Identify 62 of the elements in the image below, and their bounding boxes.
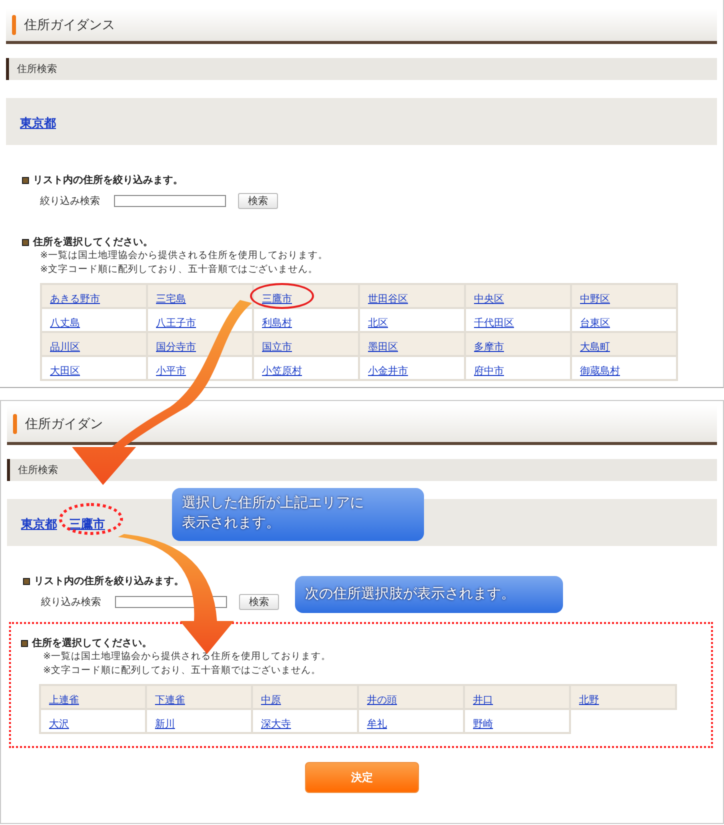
address-link[interactable]: 千代田区: [474, 318, 514, 328]
note-text: ※一覧は国土地理協会から提供される住所を使用しております。: [40, 249, 329, 263]
breadcrumb-link[interactable]: 東京都: [20, 116, 56, 130]
address-link[interactable]: 御蔵島村: [580, 366, 620, 376]
address-link[interactable]: 利島村: [262, 318, 292, 328]
breadcrumb-link[interactable]: 東京都: [21, 516, 57, 530]
address-link[interactable]: 北野: [579, 694, 599, 706]
address-link[interactable]: 井の頭: [367, 694, 397, 706]
address-link[interactable]: 小金井市: [368, 366, 408, 376]
address-link[interactable]: 中原: [261, 694, 281, 706]
title-accent: [12, 14, 16, 34]
address-link[interactable]: 小平市: [156, 366, 186, 376]
address-link[interactable]: 新川: [155, 718, 175, 730]
address-link[interactable]: 世田谷区: [368, 294, 408, 304]
address-link[interactable]: 北区: [368, 318, 388, 328]
bullet-icon: [22, 176, 29, 184]
address-link[interactable]: 大島町: [580, 342, 610, 352]
address-link[interactable]: 台東区: [580, 318, 610, 328]
address-link[interactable]: 府中市: [474, 366, 504, 376]
address-link[interactable]: 下連雀: [155, 694, 185, 706]
section-title: 住所検索: [18, 464, 58, 477]
callout-text: 選択した住所が上記エリアに: [182, 494, 365, 513]
filter-field[interactable]: [114, 195, 226, 207]
section-heading: リスト内の住所を絞り込みます。: [33, 173, 183, 187]
section-heading: 住所を選択してください。: [32, 636, 152, 650]
address-link[interactable]: 深大寺: [261, 718, 291, 730]
callout-text: 次の住所選択肢が表示されます。: [305, 585, 516, 604]
address-link[interactable]: 野崎: [473, 718, 493, 730]
page-title: 住所ガイダンス: [24, 16, 115, 34]
callout-text: 表示されます。: [182, 514, 281, 533]
bullet-icon: [23, 578, 30, 584]
address-link[interactable]: 三鷹市: [262, 294, 292, 304]
title-accent: [13, 414, 17, 434]
section-heading: 住所を選択してください。: [33, 236, 153, 249]
address-link[interactable]: 中野区: [580, 294, 610, 304]
page-title: 住所ガイダン: [25, 416, 103, 432]
breadcrumb-link[interactable]: 三鷹市: [69, 516, 105, 530]
address-link[interactable]: 牟礼: [367, 718, 387, 730]
address-link[interactable]: 墨田区: [368, 342, 398, 352]
filter-label: 絞り込み検索: [40, 194, 100, 208]
bullet-icon: [21, 640, 28, 646]
section-title: 住所検索: [17, 62, 57, 76]
address-link[interactable]: 大沢: [49, 718, 69, 730]
address-link[interactable]: 井口: [473, 694, 493, 706]
address-link[interactable]: 品川区: [50, 342, 80, 352]
note-text: ※文字コード順に配列しており、五十音順ではございません。: [43, 664, 322, 678]
search-button[interactable]: 検索: [238, 193, 278, 209]
filter-label: 絞り込み検索: [41, 596, 101, 609]
address-link[interactable]: 多摩市: [474, 342, 504, 352]
note-text: ※文字コード順に配列しており、五十音順ではございません。: [40, 263, 319, 277]
address-link[interactable]: 八王子市: [156, 318, 196, 328]
address-link[interactable]: 国立市: [262, 342, 292, 352]
address-link[interactable]: 三宅島: [156, 294, 186, 304]
address-link[interactable]: 小笠原村: [262, 366, 302, 376]
address-link[interactable]: 八丈島: [50, 318, 80, 328]
search-button[interactable]: 検索: [239, 594, 279, 610]
address-link[interactable]: 大田区: [50, 366, 80, 376]
address-link[interactable]: 中央区: [474, 294, 504, 304]
address-link[interactable]: 上連雀: [49, 694, 79, 706]
bullet-icon: [22, 238, 29, 246]
section-heading: リスト内の住所を絞り込みます。: [34, 574, 184, 588]
address-link[interactable]: 国分寺市: [156, 342, 196, 352]
